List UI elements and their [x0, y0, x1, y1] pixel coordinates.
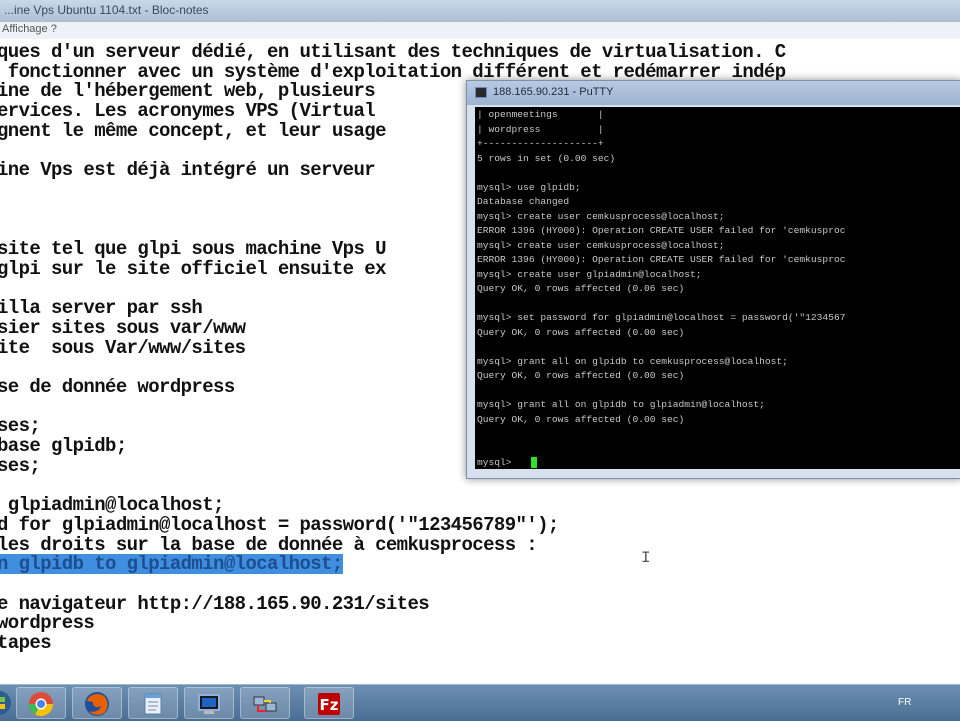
terminal-line: mysql> grant all on glpidb to cemkusproc…: [477, 355, 788, 367]
terminal-line: mysql> use glpidb;: [477, 181, 581, 193]
menu-item-affichage[interactable]: Affichage ?: [2, 23, 57, 35]
taskbar-network-button[interactable]: [240, 687, 290, 719]
taskbar-notepad-button[interactable]: [128, 687, 178, 719]
terminal-line: mysql> create user glpiadmin@localhost;: [477, 268, 702, 280]
terminal-line: mysql> grant all on glpidb to glpiadmin@…: [477, 399, 765, 410]
text-line: se de donnée wordpress: [0, 375, 235, 398]
notepad-window-title: ...ine Vps Ubuntu 1104.txt - Bloc-notes: [4, 3, 209, 17]
putty-terminal[interactable]: | openmeetings | | wordpress | +----------…: [475, 107, 960, 469]
windows-orb-icon: [0, 690, 12, 716]
notepad-icon: [140, 691, 166, 717]
filezilla-icon: Fz: [316, 691, 342, 717]
putty-window[interactable]: 188.165.90.231 - PuTTY | openmeetings | |…: [466, 80, 960, 479]
notepad-menu-bar[interactable]: Affichage ?: [0, 22, 960, 40]
taskbar-filezilla-button[interactable]: Fz: [304, 687, 354, 719]
text-line: illa server par ssh: [0, 297, 203, 320]
taskbar: Fz: [0, 684, 960, 721]
svg-text:Fz: Fz: [320, 696, 339, 714]
terminal-line: mysql> create user cemkusprocess@localho…: [477, 239, 725, 251]
taskbar-start-button[interactable]: [0, 687, 14, 719]
terminal-line: ERROR 1396 (HY000): Operation CREATE USE…: [477, 254, 846, 265]
text-line: les droits sur la base de donnée à cemku…: [0, 533, 538, 556]
terminal-line: Query OK, 0 rows affected (0.00 sec): [477, 326, 685, 338]
taskbar-chrome-button[interactable]: [16, 687, 66, 719]
text-line: ervices. Les acronymes VPS (Virtual: [0, 100, 376, 123]
text-line: fonctionner avec un système d'exploitati…: [0, 60, 786, 83]
firefox-icon: [84, 691, 110, 717]
text-line: ques d'un serveur dédié, en utilisant de…: [0, 41, 786, 63]
terminal-line: Database changed: [477, 196, 570, 207]
text-line: tapes: [0, 632, 52, 654]
text-line: sier sites sous var/www: [0, 316, 246, 339]
text-line: wordpress: [0, 612, 95, 635]
language-indicator[interactable]: FR: [898, 697, 911, 708]
text-line: ite sous Var/www/sites: [0, 336, 246, 359]
terminal-line: +--------------------+: [477, 138, 604, 149]
putty-icon: [196, 691, 222, 717]
taskbar-firefox-button[interactable]: [72, 687, 122, 719]
text-line: glpi sur le site officiel ensuite ex: [0, 257, 386, 280]
chrome-icon: [28, 691, 54, 717]
network-icon: [252, 691, 278, 717]
putty-title-bar[interactable]: 188.165.90.231 - PuTTY: [467, 81, 960, 105]
text-line: gnent le même concept, et leur usage: [0, 119, 386, 142]
text-line: d for glpiadmin@localhost = password('"1…: [0, 513, 559, 536]
terminal-line: | openmeetings |: [477, 109, 604, 120]
text-line: base glpidb;: [0, 435, 127, 457]
text-line: ine de l'hébergement web, plusieurs: [0, 80, 376, 103]
notepad-title-bar[interactable]: ...ine Vps Ubuntu 1104.txt - Bloc-notes: [0, 0, 960, 23]
ibeam-cursor-icon: I: [641, 549, 651, 567]
text-line: ses;: [0, 415, 41, 438]
terminal-line: 5 rows in set (0.00 sec): [477, 152, 616, 164]
terminal-line: Query OK, 0 rows affected (0.06 sec): [477, 283, 685, 294]
taskbar-putty-button[interactable]: [184, 687, 234, 719]
terminal-line: mysql>: [477, 457, 518, 468]
text-line: glpiadmin@localhost;: [0, 494, 225, 517]
terminal-line: | wordpress |: [477, 123, 604, 135]
text-line: ine Vps est déjà intégré un serveur: [0, 159, 376, 182]
terminal-line: mysql> create user cemkusprocess@localho…: [477, 210, 725, 222]
putty-window-title: 188.165.90.231 - PuTTY: [493, 86, 614, 98]
putty-icon: [475, 87, 487, 98]
terminal-line: ERROR 1396 (HY000): Operation CREATE USE…: [477, 225, 846, 236]
terminal-line: Query OK, 0 rows affected (0.00 sec): [477, 413, 685, 425]
terminal-line: Query OK, 0 rows affected (0.00 sec): [477, 370, 685, 381]
selected-text-line: n glpidb to glpiadmin@localhost;: [0, 554, 343, 575]
terminal-cursor: [531, 457, 537, 468]
text-line: e navigateur http://188.165.90.231/sites: [0, 592, 430, 615]
terminal-line: mysql> set password for glpiadmin@localh…: [477, 312, 846, 323]
text-line: ses;: [0, 454, 41, 477]
text-line: site tel que glpi sous machine Vps U: [0, 238, 386, 260]
